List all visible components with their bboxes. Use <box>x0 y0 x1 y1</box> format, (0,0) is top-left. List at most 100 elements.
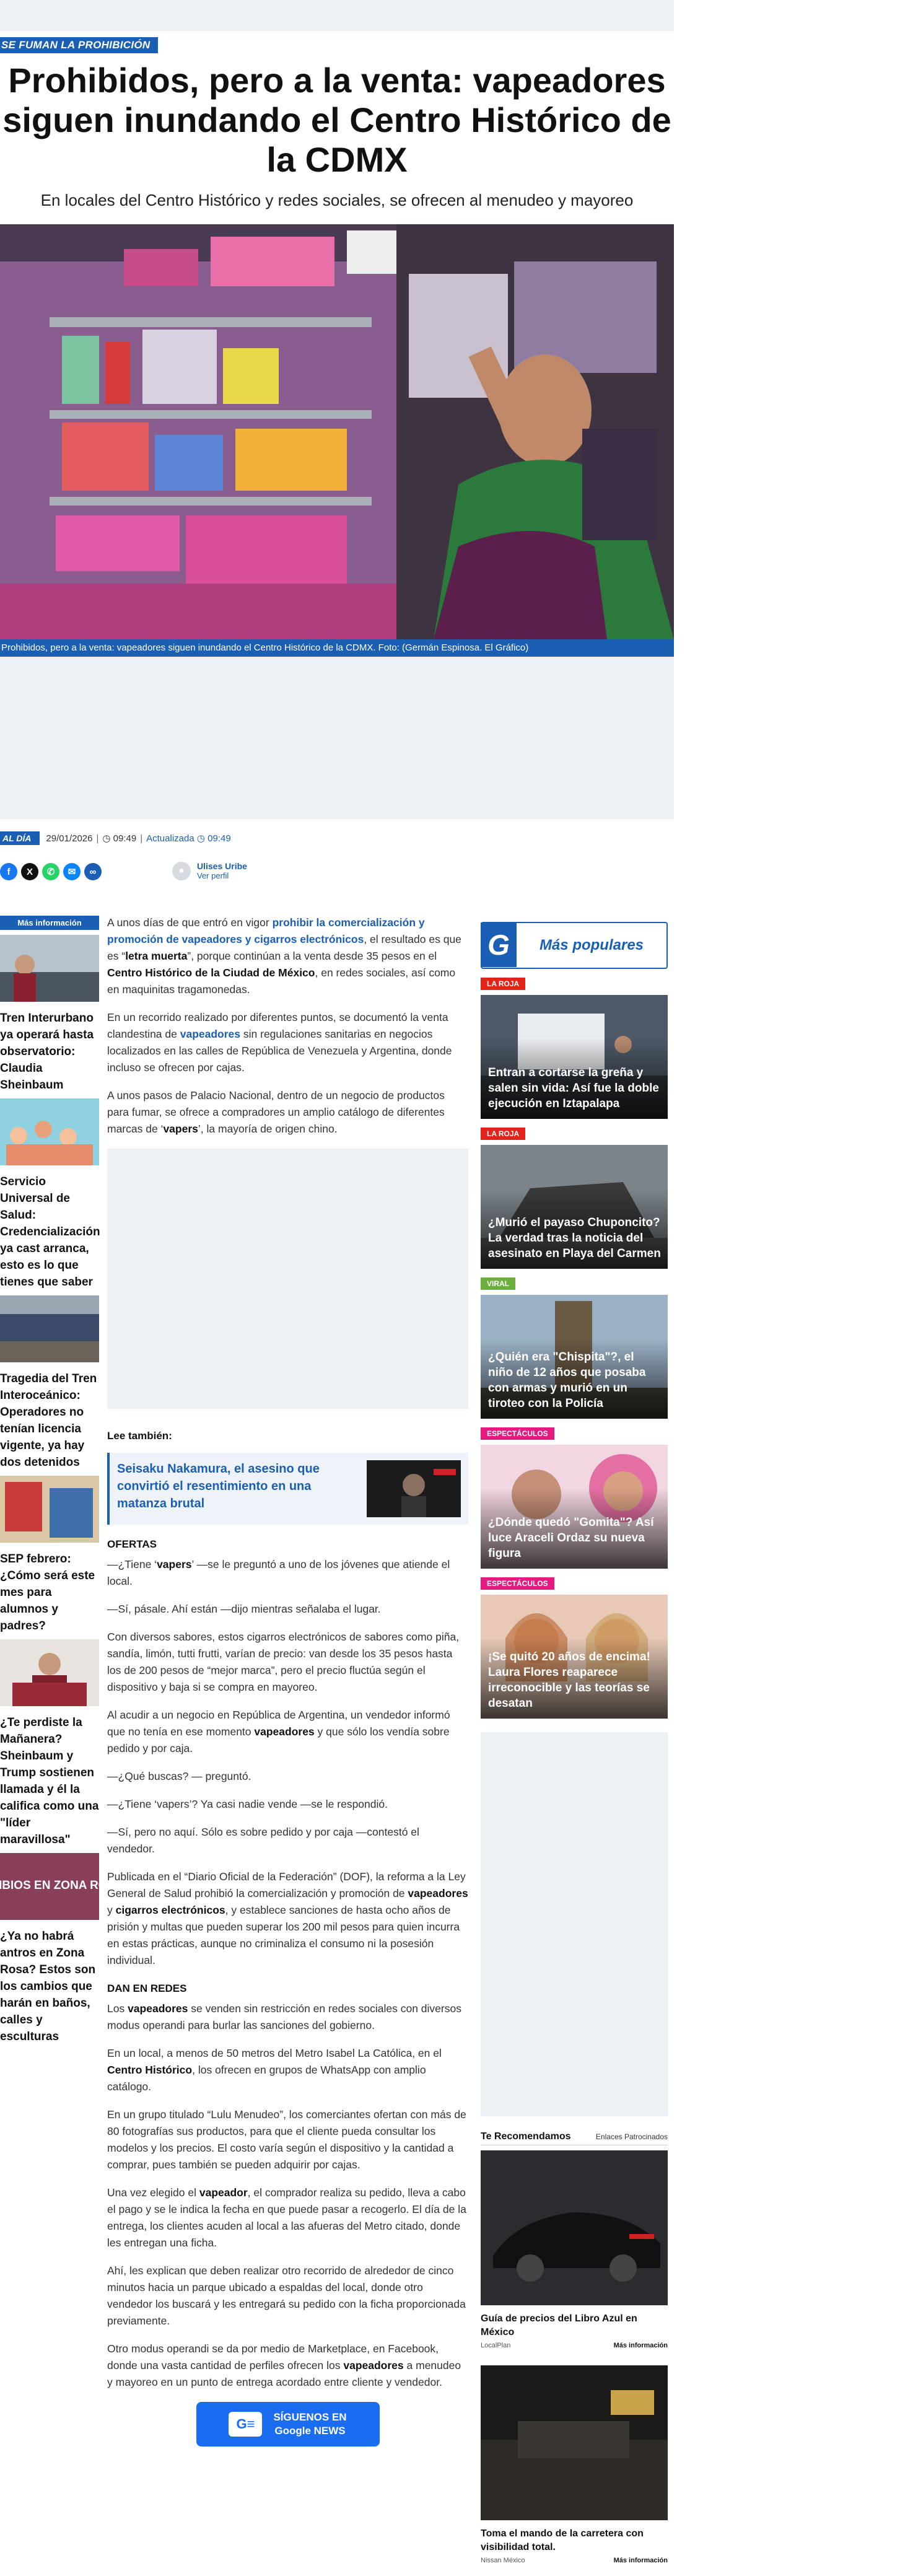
list-item-title[interactable]: Tragedia del Tren Interoceánico: Operado… <box>0 1370 99 1471</box>
popular-item[interactable]: ESPECTÁCULOS ¡Se quitó 20 años de encima… <box>481 1577 668 1719</box>
paragraph: En un local, a menos de 50 metros del Me… <box>107 2047 442 2093</box>
thumbnail-text: CAMBIOS EN ZONA ROSA <box>0 1879 99 1892</box>
recommended-header: Te Recomendamos <box>481 2131 571 2142</box>
popular-card[interactable]: ¡Se quitó 20 años de encima! Laura Flore… <box>481 1595 668 1719</box>
popular-item-title[interactable]: ¿Dónde quedó "Gomita"? Así luce Araceli … <box>488 1515 662 1561</box>
related-article-title[interactable]: Seisaku Nakamura, el asesino que convirt… <box>117 1460 358 1517</box>
facebook-icon[interactable]: f <box>0 863 17 880</box>
category-tag[interactable]: LA ROJA <box>481 1128 526 1140</box>
list-item[interactable]: SEP febrero: ¿Cómo será este mes para al… <box>0 1476 99 1634</box>
x-icon[interactable]: X <box>21 863 38 880</box>
list-item[interactable]: ¿Te perdiste la Mañanera? Sheinbaum y Tr… <box>0 1639 99 1848</box>
inline-link[interactable]: vapeadores <box>180 1028 240 1040</box>
section-badge[interactable]: AL DÍA <box>0 831 40 845</box>
paragraph: Otro modus operandi se da por medio de M… <box>107 2342 461 2388</box>
sponsored-label[interactable]: Enlaces Patrocinados <box>596 2132 668 2141</box>
section-heading: OFERTAS <box>107 1538 157 1550</box>
list-item[interactable]: Tragedia del Tren Interoceánico: Operado… <box>0 1295 99 1471</box>
paragraph: En un grupo titulado “Lulu Menudeo”, los… <box>107 2108 466 2171</box>
clock-icon: ◷ <box>196 833 205 844</box>
paragraph: —¿Tiene ‘vapers’? Ya casi nadie vende —s… <box>107 1798 388 1810</box>
ad-placeholder <box>107 1149 468 1409</box>
google-news-button[interactable]: G≡ SÍGUENOS EN Google NEWS <box>196 2402 380 2447</box>
list-item-title[interactable]: ¿Ya no habrá antros en Zona Rosa? Estos … <box>0 1928 99 2045</box>
more-info-link[interactable]: Más información <box>614 2342 668 2349</box>
see-also-label: Lee también: <box>107 1430 172 1442</box>
photo-caption: Prohibidos, pero a la venta: vapeadores … <box>0 639 674 657</box>
paragraph: Una vez elegido el vapeador, el comprado… <box>107 2186 466 2249</box>
author-name[interactable]: Ulises Uribe <box>197 861 247 871</box>
updated-time: 09:49 <box>208 833 231 844</box>
top-ad-banner <box>0 0 674 31</box>
article-subtitle: En locales del Centro Histórico y redes … <box>40 191 634 209</box>
share-bar: f X ✆ ✉ ∞ <box>0 863 102 880</box>
copy-link-icon[interactable]: ∞ <box>84 863 102 880</box>
list-item-title[interactable]: Tren Interurbano ya operará hasta observ… <box>0 1010 99 1093</box>
gnews-line1: SÍGUENOS EN <box>273 2411 347 2423</box>
gnews-line2: Google NEWS <box>274 2425 346 2437</box>
sponsored-item[interactable]: Guía de precios del Libro Azul en México… <box>481 2145 668 2349</box>
messenger-icon[interactable]: ✉ <box>63 863 81 880</box>
category-tag[interactable]: LA ROJA <box>481 978 526 990</box>
popular-item[interactable]: ESPECTÁCULOS ¿Dónde quedó "Gomita"? Así … <box>481 1427 668 1569</box>
sponsored-title[interactable]: Guía de precios del Libro Azul en México <box>481 2312 668 2339</box>
popular-title: Más populares <box>539 937 644 953</box>
sponsored-thumbnail <box>481 2365 668 2520</box>
sponsored-source: Nissan México <box>481 2557 525 2564</box>
news-thumbnail: CAMBIOS EN ZONA ROSA <box>0 1853 124 1920</box>
list-item[interactable]: CAMBIOS EN ZONA ROSA ¿Ya no habrá antros… <box>0 1853 124 2045</box>
paragraph: A unos pasos de Palacio Nacional, dentro… <box>107 1089 445 1135</box>
popular-item[interactable]: LA ROJA ¿Murió el payaso Chuponcito? La … <box>481 1128 668 1269</box>
paragraph: En un recorrido realizado por diferentes… <box>107 1011 452 1074</box>
article-body: A unos días de que entró en vigor prohib… <box>107 914 468 2447</box>
list-item[interactable]: Tren Interurbano ya operará hasta observ… <box>0 935 99 1093</box>
paragraph: Los vapeadores se venden sin restricción… <box>107 2002 461 2031</box>
sponsored-item[interactable]: Toma el mando de la carretera con visibi… <box>481 2360 668 2564</box>
more-info-link[interactable]: Más información <box>614 2557 668 2564</box>
list-item[interactable]: Servicio Universal de Salud: Credenciali… <box>0 1098 100 1290</box>
list-item-title[interactable]: SEP febrero: ¿Cómo será este mes para al… <box>0 1551 99 1634</box>
recommended-section: Te Recomendamos Enlaces Patrocinados Guí… <box>481 2131 668 2564</box>
paragraph: —Sí, pero no aquí. Sólo es sobre pedido … <box>107 1826 419 1855</box>
category-tag[interactable]: VIRAL <box>481 1277 515 1290</box>
sponsored-title[interactable]: Toma el mando de la carretera con visibi… <box>481 2527 668 2554</box>
paragraph: Al acudir a un negocio en República de A… <box>107 1709 450 1755</box>
popular-item-title[interactable]: ¡Se quitó 20 años de encima! Laura Flore… <box>488 1649 662 1711</box>
paragraph: Con diversos sabores, estos cigarros ele… <box>107 1631 460 1693</box>
paragraph: —¿Qué buscas? — preguntó. <box>107 1770 251 1782</box>
news-thumbnail <box>0 1639 99 1706</box>
updated-label: Actualizada <box>146 833 194 844</box>
brand-logo: G <box>481 922 517 967</box>
popular-card[interactable]: ¿Quién era "Chispita"?, el niño de 12 añ… <box>481 1295 668 1419</box>
google-news-icon: G≡ <box>229 2412 263 2437</box>
sponsored-source: LocalPlan <box>481 2342 511 2349</box>
news-thumbnail <box>0 935 99 1002</box>
article-meta: AL DÍA 29/01/2026 | ◷ 09:49 | Actualizad… <box>0 830 231 846</box>
paragraph: —¿Tiene ‘vapers’ —se le preguntó a uno d… <box>107 1558 450 1587</box>
popular-item-title[interactable]: ¿Quién era "Chispita"?, el niño de 12 añ… <box>488 1349 662 1411</box>
paragraph: Publicada en el “Diario Oficial de la Fe… <box>107 1870 468 1966</box>
article-headline: Prohibidos, pero a la venta: vapeadores … <box>2 61 671 179</box>
list-item-title[interactable]: Servicio Universal de Salud: Credenciali… <box>0 1173 100 1290</box>
news-thumbnail <box>0 1295 99 1362</box>
related-article-card[interactable]: Seisaku Nakamura, el asesino que convirt… <box>107 1453 468 1525</box>
author-profile-link[interactable]: Ver perfil <box>197 871 247 880</box>
popular-card[interactable]: ¿Murió el payaso Chuponcito? La verdad t… <box>481 1145 668 1269</box>
popular-item-title[interactable]: Entran a cortarse la greña y salen sin v… <box>488 1065 662 1111</box>
paragraph: —Sí, pásale. Ahí están —dijo mientras se… <box>107 1603 381 1615</box>
list-item-title[interactable]: ¿Te perdiste la Mañanera? Sheinbaum y Tr… <box>0 1714 99 1848</box>
popular-card[interactable]: Entran a cortarse la greña y salen sin v… <box>481 995 668 1119</box>
popular-item[interactable]: LA ROJA Entran a cortarse la greña y sal… <box>481 978 668 1119</box>
category-tag[interactable]: ESPECTÁCULOS <box>481 1577 554 1590</box>
popular-item-title[interactable]: ¿Murió el payaso Chuponcito? La verdad t… <box>488 1215 662 1261</box>
news-thumbnail <box>0 1476 99 1543</box>
ad-placeholder <box>481 1732 668 2116</box>
popular-header: G Más populares <box>481 922 668 969</box>
popular-card[interactable]: ¿Dónde quedó "Gomita"? Así luce Araceli … <box>481 1445 668 1569</box>
category-tag[interactable]: ESPECTÁCULOS <box>481 1427 554 1440</box>
author-box[interactable]: ● Ulises Uribe Ver perfil <box>172 861 247 880</box>
popular-item[interactable]: VIRAL ¿Quién era "Chispita"?, el niño de… <box>481 1277 668 1419</box>
section-kicker[interactable]: SE FUMAN LA PROHIBICIÓN <box>0 37 158 53</box>
whatsapp-icon[interactable]: ✆ <box>42 863 59 880</box>
publish-date: 29/01/2026 <box>46 833 93 844</box>
